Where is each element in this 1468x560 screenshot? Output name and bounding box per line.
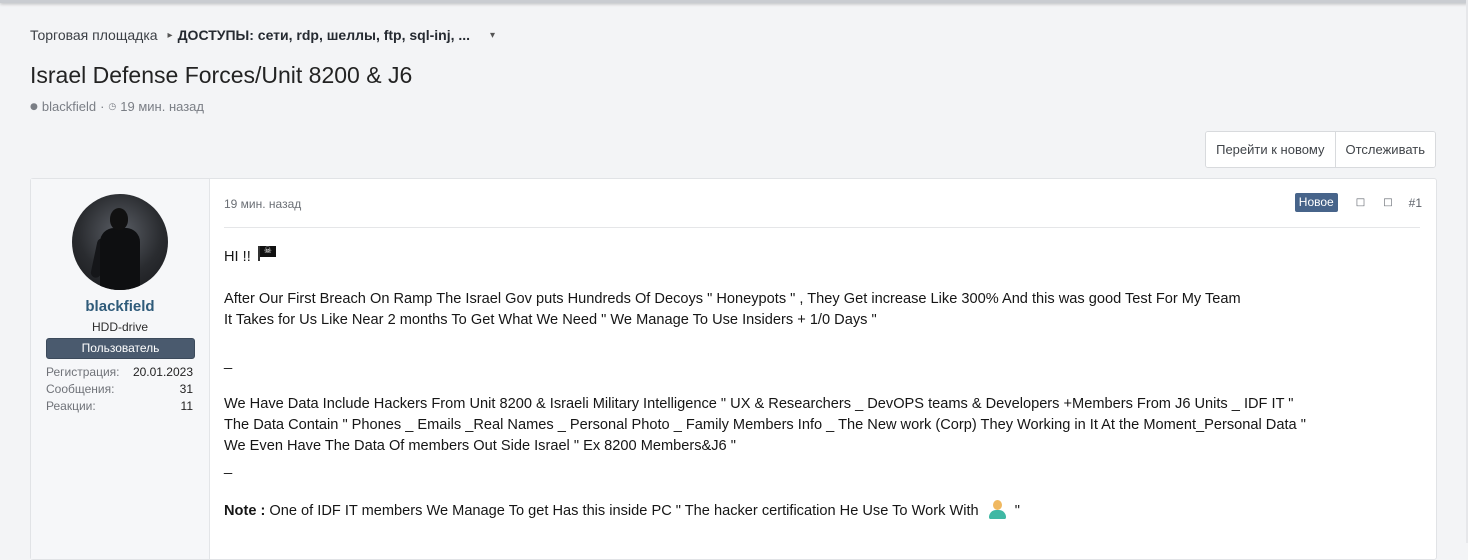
stat-registration: Регистрация: 20.01.2023 bbox=[46, 364, 193, 381]
note-text: One of IDF IT members We Manage To get H… bbox=[269, 503, 979, 519]
stat-label: Регистрация: bbox=[46, 365, 120, 379]
post-date[interactable]: 19 мин. назад bbox=[224, 197, 301, 211]
chevron-icon: ▸ bbox=[167, 29, 173, 41]
meta-separator: · bbox=[100, 99, 105, 114]
avatar-figure-body bbox=[100, 228, 140, 290]
thread-time[interactable]: 19 мин. назад bbox=[120, 99, 204, 114]
stat-value: 31 bbox=[179, 382, 193, 396]
separator-line: _ bbox=[224, 459, 233, 475]
breadcrumb-forum[interactable]: ДОСТУПЫ: сети, rdp, шеллы, ftp, sql-inj,… bbox=[178, 27, 470, 43]
avatar[interactable] bbox=[72, 194, 168, 290]
separator-line: _ bbox=[224, 354, 233, 370]
user-stats: Регистрация: 20.01.2023 Сообщения: 31 Ре… bbox=[46, 364, 193, 415]
breadcrumb-marketplace[interactable]: Торговая площадка bbox=[30, 27, 158, 43]
share-icon[interactable]: □ bbox=[1356, 197, 1365, 208]
watch-button[interactable]: Отслеживать bbox=[1334, 132, 1435, 167]
pirate-flag-icon: ☠ bbox=[257, 246, 276, 261]
note-end: " bbox=[1014, 503, 1020, 519]
paragraph-line: It Takes for Us Like Near 2 months To Ge… bbox=[224, 312, 877, 328]
new-badge: Новое bbox=[1294, 193, 1338, 212]
paragraph-line: The Data Contain " Phones _ Emails _Real… bbox=[224, 417, 1306, 433]
clock-icon: ◷ bbox=[108, 101, 117, 112]
post-user-cell: blackfield HDD-drive Пользователь Регист… bbox=[31, 179, 210, 559]
top-bar bbox=[0, 0, 1468, 3]
stat-label: Сообщения: bbox=[46, 382, 115, 396]
breadcrumb: Торговая площадка ▸ ДОСТУПЫ: сети, rdp, … bbox=[30, 25, 495, 45]
thread-meta: ● blackfield · ◷ 19 мин. назад bbox=[30, 99, 204, 114]
post-number[interactable]: #1 bbox=[1409, 196, 1422, 210]
person-icon bbox=[987, 499, 1007, 519]
thread-actions: Перейти к новому Отслеживать bbox=[1205, 131, 1436, 168]
avatar-figure-head bbox=[110, 208, 128, 230]
post-attribution: Новое □ □ #1 bbox=[1294, 193, 1422, 212]
paragraph-line: After Our First Breach On Ramp The Israe… bbox=[224, 291, 1241, 307]
paragraph-line: We Have Data Include Hackers From Unit 8… bbox=[224, 396, 1294, 412]
divider bbox=[224, 227, 1420, 228]
note-label: Note : bbox=[224, 503, 266, 519]
post: blackfield HDD-drive Пользователь Регист… bbox=[30, 178, 1437, 560]
user-title: HDD-drive bbox=[91, 320, 148, 334]
user-banner: Пользователь bbox=[46, 338, 195, 359]
stat-value: 11 bbox=[180, 399, 193, 413]
go-to-new-button[interactable]: Перейти к новому bbox=[1206, 132, 1335, 167]
bookmark-icon[interactable]: □ bbox=[1383, 197, 1392, 208]
stat-messages: Сообщения: 31 bbox=[46, 381, 193, 398]
page-title: Israel Defense Forces/Unit 8200 & J6 bbox=[30, 62, 413, 88]
greeting-text: HI !! bbox=[224, 249, 251, 265]
stat-value: 20.01.2023 bbox=[132, 365, 193, 379]
paragraph-line: We Even Have The Data Of members Out Sid… bbox=[224, 438, 736, 454]
stat-label: Реакции: bbox=[46, 399, 96, 413]
dropdown-icon[interactable]: ▾ bbox=[490, 30, 495, 41]
username[interactable]: blackfield bbox=[31, 298, 209, 315]
stat-reactions: Реакции: 11 bbox=[46, 398, 193, 415]
thread-author[interactable]: blackfield bbox=[42, 99, 96, 114]
message-body: HI !! ☠ After Our First Breach On Ramp T… bbox=[224, 242, 1420, 522]
user-icon: ● bbox=[30, 101, 38, 112]
